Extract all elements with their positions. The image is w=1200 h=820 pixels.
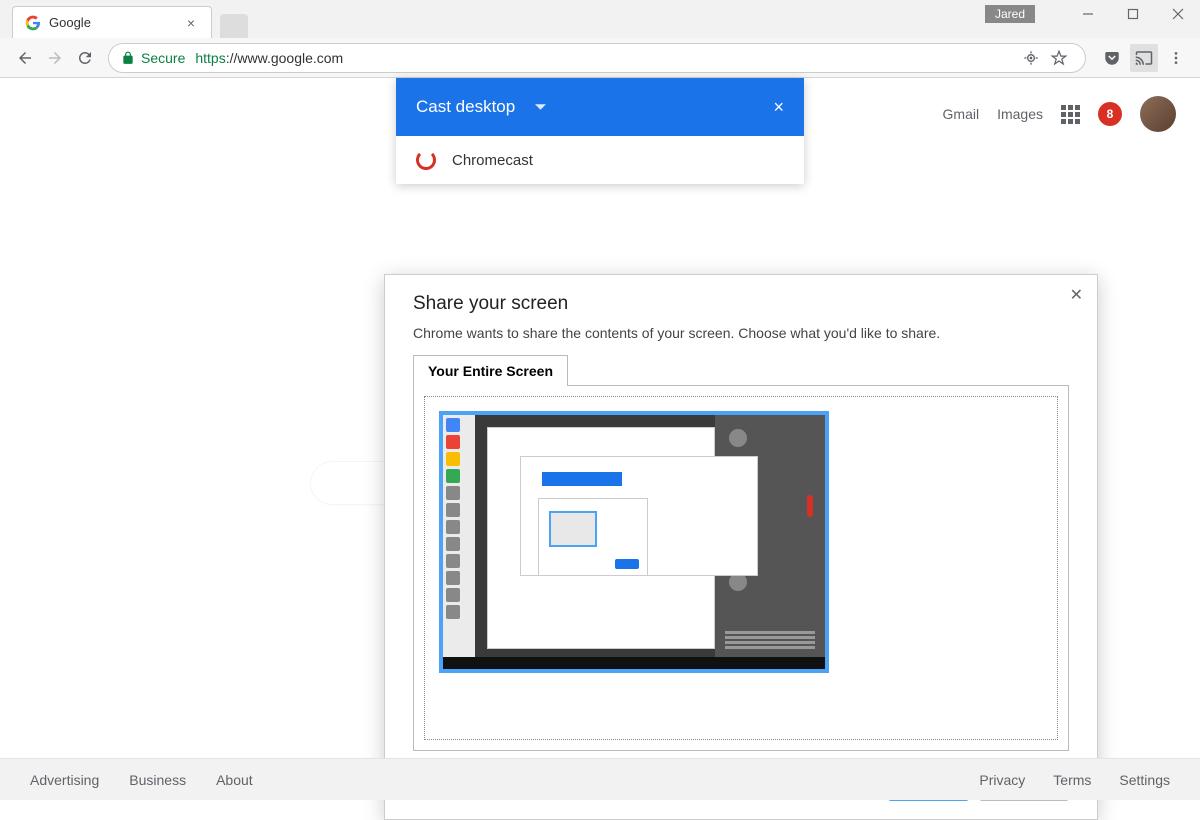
footer-business[interactable]: Business <box>129 772 186 788</box>
browser-tab[interactable]: Google × <box>12 6 212 38</box>
toolbar: Secure https://www.google.com <box>0 38 1200 78</box>
extension-icons <box>1098 44 1190 72</box>
minimize-button[interactable] <box>1065 0 1110 28</box>
cast-popup: Cast desktop × Chromecast <box>396 78 804 184</box>
cast-title-dropdown[interactable]: Cast desktop <box>416 97 773 117</box>
secure-label: Secure <box>141 50 185 66</box>
pocket-icon[interactable] <box>1098 44 1126 72</box>
cast-icon[interactable] <box>1130 44 1158 72</box>
secure-indicator: Secure <box>121 50 185 66</box>
apps-icon[interactable] <box>1061 105 1080 124</box>
menu-icon[interactable] <box>1162 44 1190 72</box>
gmail-link[interactable]: Gmail <box>943 106 980 122</box>
share-description: Chrome wants to share the contents of yo… <box>413 325 1069 341</box>
page-content: Gmail Images 8 Cast desktop × Chromecast… <box>0 78 1200 758</box>
user-tag: Jared <box>985 5 1035 23</box>
new-tab-button[interactable] <box>220 14 248 38</box>
footer-about[interactable]: About <box>216 772 253 788</box>
url-text: https://www.google.com <box>195 50 343 66</box>
tab-title: Google <box>49 15 183 30</box>
reload-button[interactable] <box>70 43 100 73</box>
cast-device-row[interactable]: Chromecast <box>396 136 804 184</box>
cast-title-text: Cast desktop <box>416 97 515 117</box>
share-title: Share your screen <box>413 293 1069 315</box>
notification-badge[interactable]: 8 <box>1098 102 1122 126</box>
share-close-icon[interactable]: ✕ <box>1070 285 1083 305</box>
cast-close-icon[interactable]: × <box>773 97 784 118</box>
maximize-button[interactable] <box>1110 0 1155 28</box>
footer-advertising[interactable]: Advertising <box>30 772 99 788</box>
location-icon[interactable] <box>1017 44 1045 72</box>
google-favicon-icon <box>25 15 41 31</box>
lock-icon <box>121 51 135 65</box>
footer-terms[interactable]: Terms <box>1053 772 1091 788</box>
address-bar[interactable]: Secure https://www.google.com <box>108 43 1086 73</box>
footer-right: Privacy Terms Settings <box>979 772 1170 788</box>
close-button[interactable] <box>1155 0 1200 28</box>
window-controls: Jared <box>985 0 1200 28</box>
google-header: Gmail Images 8 <box>943 96 1176 132</box>
share-tabs: Your Entire Screen <box>413 355 1069 386</box>
footer-privacy[interactable]: Privacy <box>979 772 1025 788</box>
star-icon[interactable] <box>1045 44 1073 72</box>
cast-header: Cast desktop × <box>396 78 804 136</box>
tab-entire-screen[interactable]: Your Entire Screen <box>413 355 568 386</box>
footer-left: Advertising Business About <box>30 772 253 788</box>
screen-thumbnail[interactable] <box>439 411 829 673</box>
images-link[interactable]: Images <box>997 106 1043 122</box>
spinner-icon <box>416 150 436 170</box>
share-screen-dialog: ✕ Share your screen Chrome wants to shar… <box>384 274 1098 820</box>
back-button[interactable] <box>10 43 40 73</box>
forward-button[interactable] <box>40 43 70 73</box>
tab-close-icon[interactable]: × <box>183 15 199 31</box>
preview-container <box>424 396 1058 740</box>
share-preview-area <box>413 385 1069 751</box>
avatar[interactable] <box>1140 96 1176 132</box>
footer: Advertising Business About Privacy Terms… <box>0 758 1200 800</box>
chevron-down-icon <box>535 102 546 113</box>
footer-settings[interactable]: Settings <box>1119 772 1170 788</box>
cast-device-name: Chromecast <box>452 152 533 169</box>
